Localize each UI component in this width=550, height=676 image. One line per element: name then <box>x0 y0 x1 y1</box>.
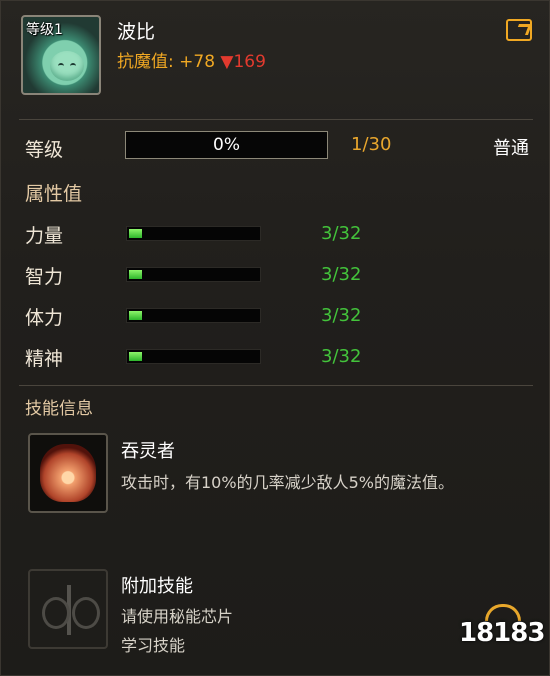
skill-description: 攻击时，有10%的几率减少敌人5%的魔法值。 <box>121 473 454 492</box>
pet-avatar[interactable]: 等级1 <box>21 15 101 95</box>
attribute-value: 3/32 <box>321 346 362 367</box>
attribute-value: 3/32 <box>321 264 362 285</box>
skill-icon[interactable] <box>28 433 108 513</box>
wing-icon <box>72 597 100 629</box>
skills-title: 技能信息 <box>25 399 93 419</box>
attribute-bar <box>126 308 261 323</box>
attribute-bar <box>126 226 261 241</box>
level-progress-text: 0% <box>213 135 240 155</box>
pet-level-badge: 等级1 <box>26 22 63 38</box>
attribute-label: 体力 <box>25 307 64 329</box>
extra-skill-desc-line1: 请使用秘能芯片 <box>121 607 234 626</box>
divider <box>19 119 533 120</box>
watermark-logo: 18183 <box>459 604 545 666</box>
level-count: 1/30 <box>351 134 392 155</box>
attributes-title: 属性值 <box>25 183 83 205</box>
extra-skill-slot[interactable] <box>28 569 108 649</box>
pet-eye-icon <box>70 63 76 69</box>
level-label: 等级 <box>25 139 64 161</box>
attribute-value: 3/32 <box>321 223 362 244</box>
share-icon[interactable] <box>506 19 532 41</box>
pet-info-panel: 等级1 波比 抗魔值: +78 ▼169 等级 0% 1/30 普通 属性值 力… <box>0 0 550 676</box>
level-progress-bar: 0% <box>125 131 328 159</box>
attribute-value: 3/32 <box>321 305 362 326</box>
flame-spirit-icon <box>40 444 96 502</box>
wing-icon <box>42 597 70 629</box>
attribute-bar-fill <box>129 352 142 361</box>
resist-label: 抗魔值: +78 <box>117 52 216 72</box>
attribute-bar-fill <box>129 229 142 238</box>
extra-skill-desc-line2: 学习技能 <box>121 636 186 655</box>
rank-label: 普通 <box>493 138 529 159</box>
attribute-label: 力量 <box>25 225 64 247</box>
attribute-label: 精神 <box>25 348 64 370</box>
attribute-bar <box>126 267 261 282</box>
extra-skill-name: 附加技能 <box>121 576 193 597</box>
pet-name: 波比 <box>117 21 156 43</box>
attribute-bar <box>126 349 261 364</box>
resist-value: 抗魔值: +78 ▼169 <box>117 47 266 72</box>
attribute-label: 智力 <box>25 266 64 288</box>
watermark-text: 18183 <box>459 618 545 648</box>
pet-eye-icon <box>58 63 64 69</box>
pet-face-icon <box>50 51 84 81</box>
resist-down-value: ▼169 <box>220 52 266 72</box>
attribute-bar-fill <box>129 270 142 279</box>
attribute-bar-fill <box>129 311 142 320</box>
skill-name: 吞灵者 <box>121 441 175 462</box>
divider <box>19 385 533 386</box>
